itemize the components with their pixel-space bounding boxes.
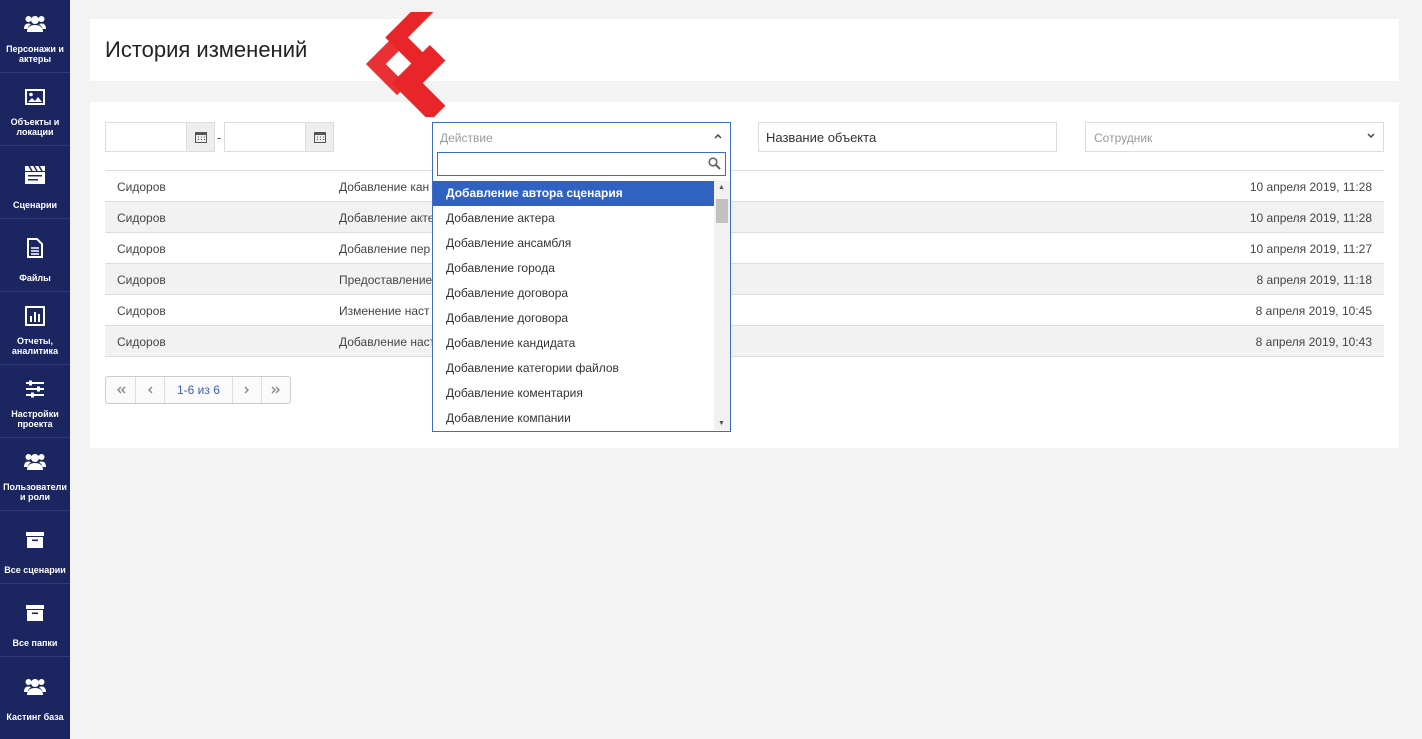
row-user: Сидоров: [117, 180, 166, 194]
dropdown-option[interactable]: Добавление кандидата: [433, 331, 714, 356]
prev-page-icon[interactable]: [136, 377, 165, 403]
action-dropdown: Добавление автора сценария Добавление ак…: [432, 149, 731, 432]
row-user: Сидоров: [117, 335, 166, 349]
row-date: 8 апреля 2019, 10:43: [1255, 335, 1372, 349]
pagination: 1-6 из 6: [105, 376, 291, 404]
date-from-input[interactable]: [105, 122, 215, 152]
dropdown-option[interactable]: Добавление договора: [433, 306, 714, 331]
row-user: Сидоров: [117, 304, 166, 318]
dropdown-option[interactable]: Добавление города: [433, 256, 714, 281]
employee-select-placeholder: Сотрудник: [1094, 131, 1153, 145]
scroll-down-icon[interactable]: ▼: [718, 420, 725, 427]
row-action: Добавление кан: [339, 180, 430, 194]
page-title: История изменений: [105, 37, 308, 62]
row-date: 10 апреля 2019, 11:27: [1249, 242, 1372, 256]
table-row[interactable]: Сидоров Добавление наст 8 апреля 2019, 1…: [105, 326, 1384, 357]
dropdown-scrollbar[interactable]: ▲ ▼: [714, 181, 730, 430]
sidebar-label: Сценарии: [12, 200, 58, 210]
sidebar-label: Пользователи и роли: [3, 482, 67, 502]
row-user: Сидоров: [117, 242, 166, 256]
action-select[interactable]: Действие: [432, 122, 731, 152]
sidebar-item-objects[interactable]: Объекты и локации: [0, 73, 70, 146]
sidebar-item-casting[interactable]: Кастинг база: [0, 657, 70, 730]
dropdown-option[interactable]: Добавление компании: [433, 406, 714, 431]
file-icon: [27, 219, 43, 273]
dropdown-option[interactable]: Добавление автора сценария: [433, 181, 714, 206]
action-select-placeholder: Действие: [440, 131, 493, 145]
row-user: Сидоров: [117, 273, 166, 287]
sidebar-label: Объекты и локации: [10, 117, 60, 137]
sliders-icon: [25, 365, 45, 409]
chart-icon: [25, 292, 45, 336]
row-action: Предоставление: [339, 273, 433, 287]
sidebar-label: Персонажи и актеры: [6, 44, 64, 64]
dropdown-option[interactable]: Добавление договора: [433, 281, 714, 306]
sidebar-label: Настройки проекта: [11, 409, 59, 429]
table-row[interactable]: Сидоров Изменение наст 8 апреля 2019, 10…: [105, 295, 1384, 326]
table-row[interactable]: Сидоров Добавление кан 10 апреля 2019, 1…: [105, 171, 1384, 202]
row-action: Добавление пер: [339, 242, 431, 256]
first-page-icon[interactable]: [106, 377, 136, 403]
table-row[interactable]: Сидоров Добавление акте 10 апреля 2019, …: [105, 202, 1384, 233]
sidebar-label: Файлы: [19, 273, 51, 283]
row-date: 10 апреля 2019, 11:28: [1249, 180, 1372, 194]
page-info: 1-6 из 6: [165, 377, 233, 403]
history-table: Сидоров Добавление кан 10 апреля 2019, 1…: [105, 170, 1384, 357]
users-icon: [24, 438, 46, 482]
users-icon: [24, 0, 46, 44]
annotation-arrow-icon: [360, 0, 475, 122]
object-name-input[interactable]: Название объекта: [758, 122, 1057, 152]
sidebar-label: Все сценарии: [4, 565, 66, 575]
sidebar-item-reports[interactable]: Отчеты, аналитика: [0, 292, 70, 365]
row-action: Добавление наст: [339, 335, 436, 349]
row-date: 8 апреля 2019, 11:18: [1256, 273, 1372, 287]
sidebar-item-all-scenarios[interactable]: Все сценарии: [0, 511, 70, 584]
table-row[interactable]: Сидоров Предоставление 8 апреля 2019, 11…: [105, 264, 1384, 295]
dropdown-options: Добавление автора сценария Добавление ак…: [433, 181, 714, 431]
sidebar-item-scenarios[interactable]: Сценарии: [0, 146, 70, 219]
last-page-icon[interactable]: [262, 377, 290, 403]
clapperboard-icon: [24, 146, 46, 200]
sidebar: Персонажи и актеры Объекты и локации Сце…: [0, 0, 70, 739]
sidebar-label: Отчеты, аналитика: [11, 336, 59, 356]
sidebar-label: Кастинг база: [6, 712, 64, 722]
calendar-icon[interactable]: [186, 123, 214, 151]
table-row[interactable]: Сидоров Добавление пер 10 апреля 2019, 1…: [105, 233, 1384, 264]
scrollbar-thumb[interactable]: [716, 199, 728, 223]
image-icon: [25, 73, 45, 117]
sidebar-label: Все папки: [12, 638, 58, 648]
main-card: - Действие Название объекта Сотрудник Си…: [90, 102, 1399, 448]
calendar-icon[interactable]: [305, 123, 333, 151]
row-user: Сидоров: [117, 211, 166, 225]
chevron-down-icon: [1367, 131, 1375, 142]
dropdown-search-input[interactable]: [437, 152, 726, 176]
sidebar-item-project-settings[interactable]: Настройки проекта: [0, 365, 70, 438]
sidebar-item-files[interactable]: Файлы: [0, 219, 70, 292]
row-action: Добавление акте: [339, 211, 435, 225]
row-date: 8 апреля 2019, 10:45: [1255, 304, 1372, 318]
archive-icon: [25, 584, 45, 638]
dropdown-option[interactable]: Добавление категории файлов: [433, 356, 714, 381]
sidebar-item-users-roles[interactable]: Пользователи и роли: [0, 438, 70, 511]
row-date: 10 апреля 2019, 11:28: [1249, 211, 1372, 225]
employee-select[interactable]: Сотрудник: [1085, 122, 1384, 152]
dropdown-option[interactable]: Добавление актера: [433, 206, 714, 231]
users-icon: [24, 657, 46, 712]
row-action: Изменение наст: [339, 304, 430, 318]
archive-icon: [25, 511, 45, 565]
chevron-up-icon: [714, 131, 722, 142]
date-separator: -: [217, 130, 222, 145]
search-icon: [708, 157, 721, 175]
date-to-input[interactable]: [224, 122, 334, 152]
dropdown-option[interactable]: Добавление ансамбля: [433, 231, 714, 256]
sidebar-item-characters[interactable]: Персонажи и актеры: [0, 0, 70, 73]
scroll-up-icon[interactable]: ▲: [718, 184, 725, 191]
sidebar-item-all-folders[interactable]: Все папки: [0, 584, 70, 657]
next-page-icon[interactable]: [233, 377, 262, 403]
dropdown-option[interactable]: Добавление коментария: [433, 381, 714, 406]
header-card: История изменений: [90, 19, 1399, 81]
